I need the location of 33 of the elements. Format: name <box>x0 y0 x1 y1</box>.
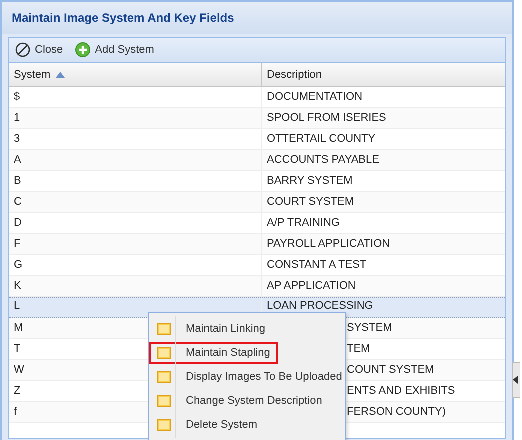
table-cell: SPOOL FROM ISERIES <box>267 112 386 124</box>
table-cell: 1 <box>14 112 20 124</box>
table-cell: 3 <box>14 133 20 145</box>
table-cell: BARRY SYSTEM <box>267 175 353 187</box>
table-cell: COUNT SYSTEM <box>347 364 434 376</box>
table-cell: TEM <box>347 343 370 355</box>
table-cell: f <box>14 406 18 418</box>
table-cell: CONSTANT A TEST <box>267 259 367 271</box>
table-cell: Z <box>14 385 21 397</box>
table-cell: T <box>14 343 21 355</box>
table-cell: B <box>14 175 22 187</box>
table-cell: $ <box>14 91 20 103</box>
table-cell: ACCOUNTS PAYABLE <box>267 154 380 166</box>
table-cell: SYSTEM <box>347 322 392 334</box>
table-cell: F <box>14 238 21 250</box>
table-cell: D <box>14 217 22 229</box>
table-cell: AP APPLICATION <box>267 280 356 292</box>
table-cell: DOCUMENTATION <box>267 91 363 103</box>
table-cell: COURT SYSTEM <box>267 196 354 208</box>
window-title: Maintain Image System And Key Fields <box>2 2 512 34</box>
table-cell: W <box>14 364 24 376</box>
table-cell: A <box>14 154 22 166</box>
table-cell: K <box>14 280 22 292</box>
table-cell: OTTERTAIL COUNTY <box>267 133 376 145</box>
table-cell: FERSON COUNTY) <box>347 406 446 418</box>
table-cell: C <box>14 196 22 208</box>
table-cell: M <box>14 322 24 334</box>
table-cell: LOAN PROCESSING <box>267 300 374 312</box>
table-cell: PAYROLL APPLICATION <box>267 238 390 250</box>
table-cell: ENTS AND EXHIBITS <box>347 385 456 397</box>
table-cell: A/P TRAINING <box>267 217 340 229</box>
table-cell: L <box>14 300 20 312</box>
table-cell: G <box>14 259 23 271</box>
